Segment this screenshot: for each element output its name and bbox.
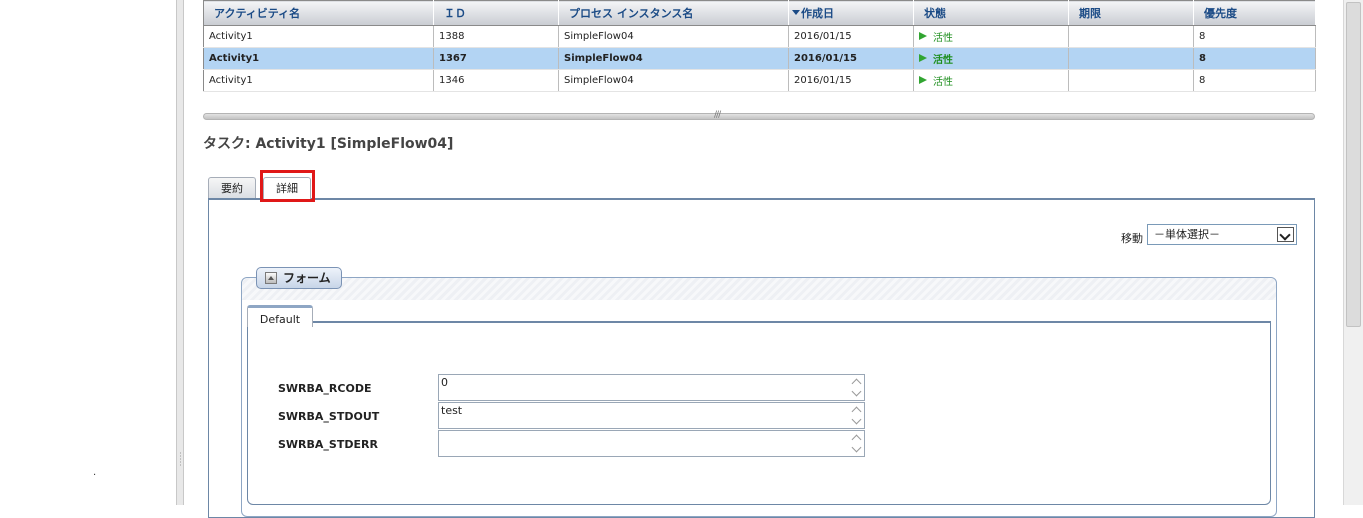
play-icon: [919, 54, 927, 62]
cell-process: SimpleFlow04: [558, 25, 789, 48]
spinner-icon[interactable]: [851, 432, 862, 456]
task-table: アクティビティ名 ＩＤ プロセス インスタンス名 作成日 状態 期限 優先度 A…: [203, 0, 1316, 92]
column-header-created[interactable]: 作成日: [788, 0, 914, 26]
form-collapse-button[interactable]: フォーム: [256, 267, 342, 289]
cell-process: SimpleFlow04: [558, 69, 789, 92]
cell-deadline: [1068, 69, 1194, 92]
table-row[interactable]: Activity1 1346 SimpleFlow04 2016/01/15 活…: [203, 69, 1316, 92]
left-pane: .: [0, 0, 176, 505]
main-content: アクティビティ名 ＩＤ プロセス インスタンス名 作成日 状態 期限 優先度 A…: [185, 0, 1343, 518]
left-pane-dot: .: [93, 467, 97, 478]
status-text: 活性: [933, 77, 953, 88]
spinner-icon[interactable]: [851, 376, 862, 400]
table-row-selected[interactable]: Activity1 1367 SimpleFlow04 2016/01/15 活…: [203, 47, 1316, 70]
field-label-stderr: SWRBA_STDERR: [278, 438, 378, 451]
splitter-grip-icon[interactable]: · · · · ·: [177, 450, 183, 470]
stdout-field[interactable]: test: [438, 402, 865, 429]
task-title: タスク: Activity1 [SimpleFlow04]: [203, 136, 454, 152]
cell-activity: Activity1: [203, 25, 434, 48]
tab-summary[interactable]: 要約: [208, 177, 256, 199]
column-header-created-label: 作成日: [801, 7, 834, 20]
cell-created: 2016/01/15: [788, 69, 914, 92]
cell-status: 活性: [913, 25, 1069, 48]
field-label-rcode: SWRBA_RCODE: [278, 382, 372, 395]
chevron-down-icon[interactable]: [1277, 227, 1294, 242]
table-resize-bar[interactable]: ///: [203, 110, 1315, 120]
cell-id: 1388: [433, 25, 559, 48]
collapse-icon: [265, 272, 277, 284]
play-icon: [919, 32, 927, 40]
move-select[interactable]: －単体選択－: [1147, 224, 1297, 245]
column-header-priority[interactable]: 優先度: [1193, 0, 1316, 26]
field-label-stdout: SWRBA_STDOUT: [278, 410, 380, 423]
cell-priority: 8: [1193, 47, 1316, 70]
move-label: 移動: [1121, 232, 1143, 245]
cell-id: 1346: [433, 69, 559, 92]
vertical-scrollbar[interactable]: [1343, 0, 1363, 505]
move-select-value: －単体選択－: [1154, 228, 1220, 241]
table-row[interactable]: Activity1 1388 SimpleFlow04 2016/01/15 活…: [203, 25, 1316, 48]
cell-process: SimpleFlow04: [558, 47, 789, 70]
tab-default[interactable]: Default: [247, 305, 313, 327]
play-icon: [919, 76, 927, 84]
cell-status: 活性: [913, 69, 1069, 92]
stdout-value: test: [441, 404, 463, 417]
column-header-deadline[interactable]: 期限: [1068, 0, 1194, 26]
cell-activity: Activity1: [203, 47, 434, 70]
cell-activity: Activity1: [203, 69, 434, 92]
sort-desc-icon: [792, 10, 800, 15]
column-header-process[interactable]: プロセス インスタンス名: [558, 0, 789, 26]
cell-created: 2016/01/15: [788, 47, 914, 70]
form-legend-label: フォーム: [283, 271, 331, 285]
scrollbar-thumb[interactable]: [1346, 2, 1361, 327]
rcode-value: 0: [441, 376, 448, 389]
column-header-id[interactable]: ＩＤ: [433, 0, 559, 26]
cell-created: 2016/01/15: [788, 25, 914, 48]
table-header-row: アクティビティ名 ＩＤ プロセス インスタンス名 作成日 状態 期限 優先度: [203, 0, 1316, 26]
stderr-field[interactable]: [438, 430, 865, 457]
rcode-field[interactable]: 0: [438, 374, 865, 401]
column-header-activity[interactable]: アクティビティ名: [203, 0, 434, 26]
spinner-icon[interactable]: [851, 404, 862, 428]
highlight-box: [260, 170, 315, 202]
column-header-status[interactable]: 状態: [913, 0, 1069, 26]
cell-deadline: [1068, 47, 1194, 70]
cell-priority: 8: [1193, 25, 1316, 48]
cell-deadline: [1068, 25, 1194, 48]
status-text: 活性: [933, 55, 953, 66]
pane-splitter[interactable]: · · · · ·: [176, 0, 184, 505]
cell-id: 1367: [433, 47, 559, 70]
resize-grip-icon[interactable]: ///: [714, 110, 721, 120]
cell-priority: 8: [1193, 69, 1316, 92]
form-panel-header: [242, 278, 1276, 300]
cell-status: 活性: [913, 47, 1069, 70]
status-text: 活性: [933, 33, 953, 44]
